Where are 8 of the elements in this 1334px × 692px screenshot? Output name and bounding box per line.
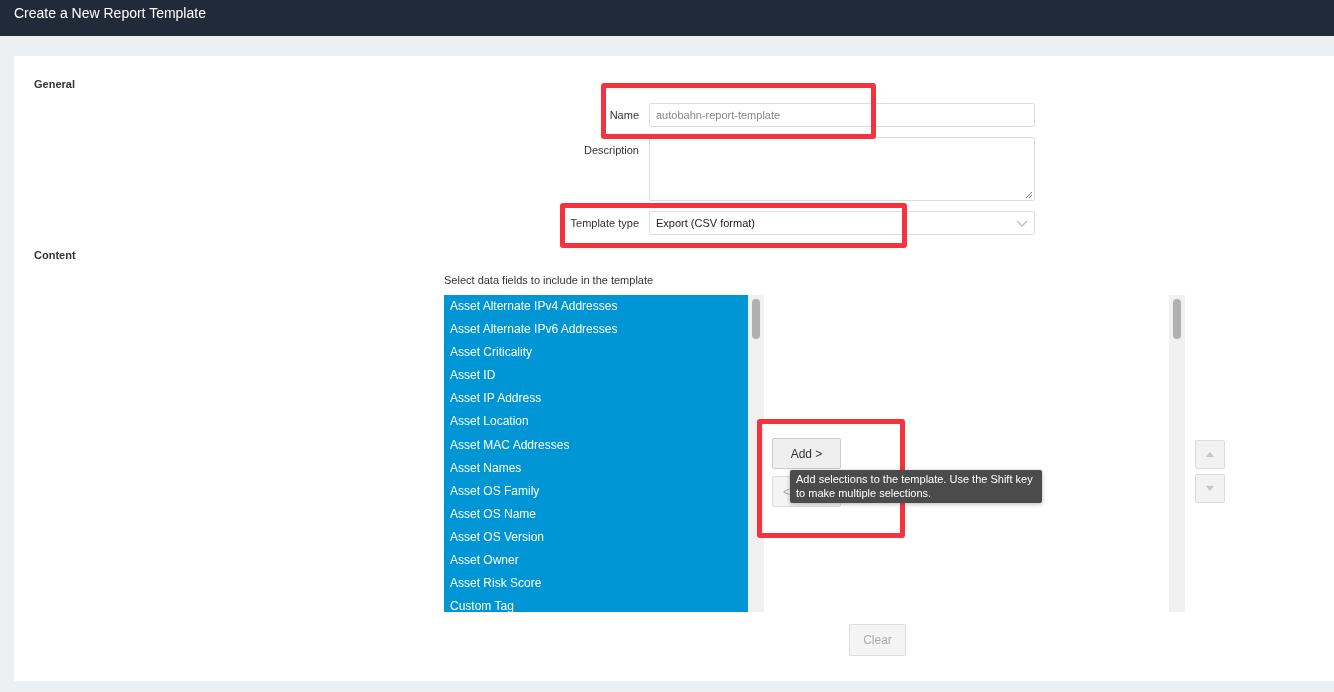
window-title: Create a New Report Template: [14, 5, 206, 21]
field-label: Template type: [569, 217, 640, 229]
prompt-text: Select data fields to include in the template: [444, 273, 655, 287]
field-label: Description: [582, 143, 640, 156]
section-heading: Content: [34, 248, 77, 263]
section-heading: General: [34, 77, 76, 92]
field-label: Name: [608, 109, 640, 121]
tooltip: Add selections to the template. Use the Shift key to make multiple selections.: [790, 470, 1042, 503]
